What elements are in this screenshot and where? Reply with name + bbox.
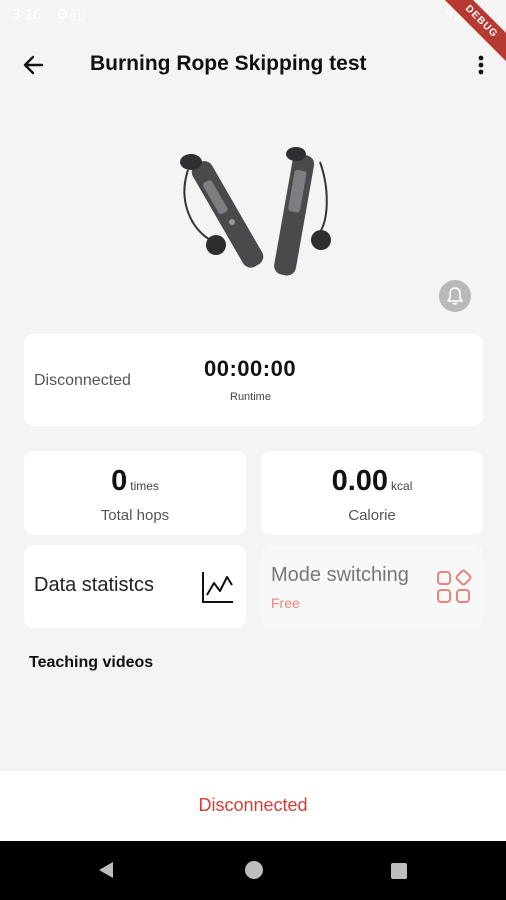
connection-status: Disconnected <box>34 372 131 389</box>
connect-button[interactable]: Disconnected <box>0 795 506 816</box>
mode-switching-label: Mode switching <box>271 564 409 586</box>
calorie-card: 0.00 kcal Calorie <box>261 451 483 535</box>
more-options-button[interactable] <box>470 50 492 80</box>
status-left-icons: ⚙ ◫ <box>56 6 86 22</box>
status-bar: 3:16 ⚙ ◫ ▾◢▮ <box>0 0 506 30</box>
more-vert-icon <box>478 55 484 75</box>
status-time: 3:16 <box>12 6 42 23</box>
nav-recents-icon[interactable] <box>390 862 408 880</box>
hops-row: 0 times <box>24 465 246 498</box>
runtime-card: Disconnected 00:00:00 Runtime <box>24 334 483 426</box>
hops-value: 0 <box>111 465 128 497</box>
system-navigation-bar <box>0 841 506 900</box>
reminder-button[interactable] <box>439 280 471 312</box>
app-bar: Burning Rope Skipping test <box>0 36 506 92</box>
data-statistics-button[interactable]: Data statistcs <box>24 545 246 628</box>
product-image <box>170 140 340 290</box>
back-button[interactable] <box>16 50 52 80</box>
nav-home-icon[interactable] <box>244 860 264 880</box>
hops-unit: times <box>130 479 159 493</box>
calorie-unit: kcal <box>391 479 413 493</box>
teaching-videos-heading: Teaching videos <box>29 654 154 671</box>
back-arrow-icon <box>23 55 44 75</box>
calorie-row: 0.00 kcal <box>261 465 483 498</box>
calorie-value: 0.00 <box>331 465 389 497</box>
page-title: Burning Rope Skipping test <box>90 52 367 75</box>
nav-back-icon[interactable] <box>96 860 116 880</box>
bell-icon <box>447 287 463 305</box>
runtime-label: Runtime <box>230 391 271 403</box>
calorie-label: Calorie <box>348 507 396 524</box>
line-chart-icon <box>202 572 233 603</box>
mode-switching-button[interactable]: Mode switching Free <box>261 545 483 628</box>
current-mode: Free <box>271 595 300 611</box>
hops-label: Total hops <box>100 507 170 524</box>
total-hops-card: 0 times Total hops <box>24 451 246 535</box>
runtime-value: 00:00:00 <box>204 356 297 381</box>
apps-grid-icon <box>437 569 472 603</box>
data-statistics-label: Data statistcs <box>34 574 155 596</box>
bottom-connection-bar: Disconnected <box>0 771 506 841</box>
